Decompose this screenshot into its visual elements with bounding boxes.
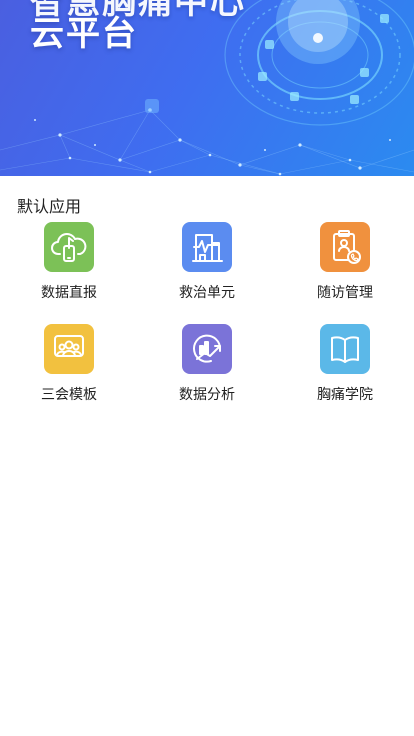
cloud-phone-icon [44,222,94,272]
app-chest-pain-academy[interactable]: 胸痛学院 [276,324,414,426]
app-data-analysis[interactable]: 数据分析 [138,324,276,426]
app-label: 数据直报 [41,285,97,301]
app-label: 胸痛学院 [317,387,373,403]
app-treatment-unit[interactable]: 救治单元 [138,222,276,324]
app-label: 数据分析 [179,387,235,403]
open-book-icon [320,324,370,374]
meeting-people-icon [44,324,94,374]
hero-banner: 智慧胸痛中心 云平台 [0,0,414,176]
banner-title-line2: 云平台 [30,14,138,54]
app-label: 三会模板 [41,387,97,403]
app-label: 救治单元 [179,285,235,301]
app-meeting-template[interactable]: 三会模板 [0,324,138,426]
app-label: 随访管理 [317,285,373,301]
hospital-heartbeat-icon [182,222,232,272]
chart-analysis-icon [182,324,232,374]
clipboard-phone-icon [320,222,370,272]
section-title: 默认应用 [17,197,82,216]
app-grid: 数据直报 救治单元 随访管理 三会模板 数据分析 胸痛学院 [0,222,414,426]
app-follow-up[interactable]: 随访管理 [276,222,414,324]
app-data-report[interactable]: 数据直报 [0,222,138,324]
